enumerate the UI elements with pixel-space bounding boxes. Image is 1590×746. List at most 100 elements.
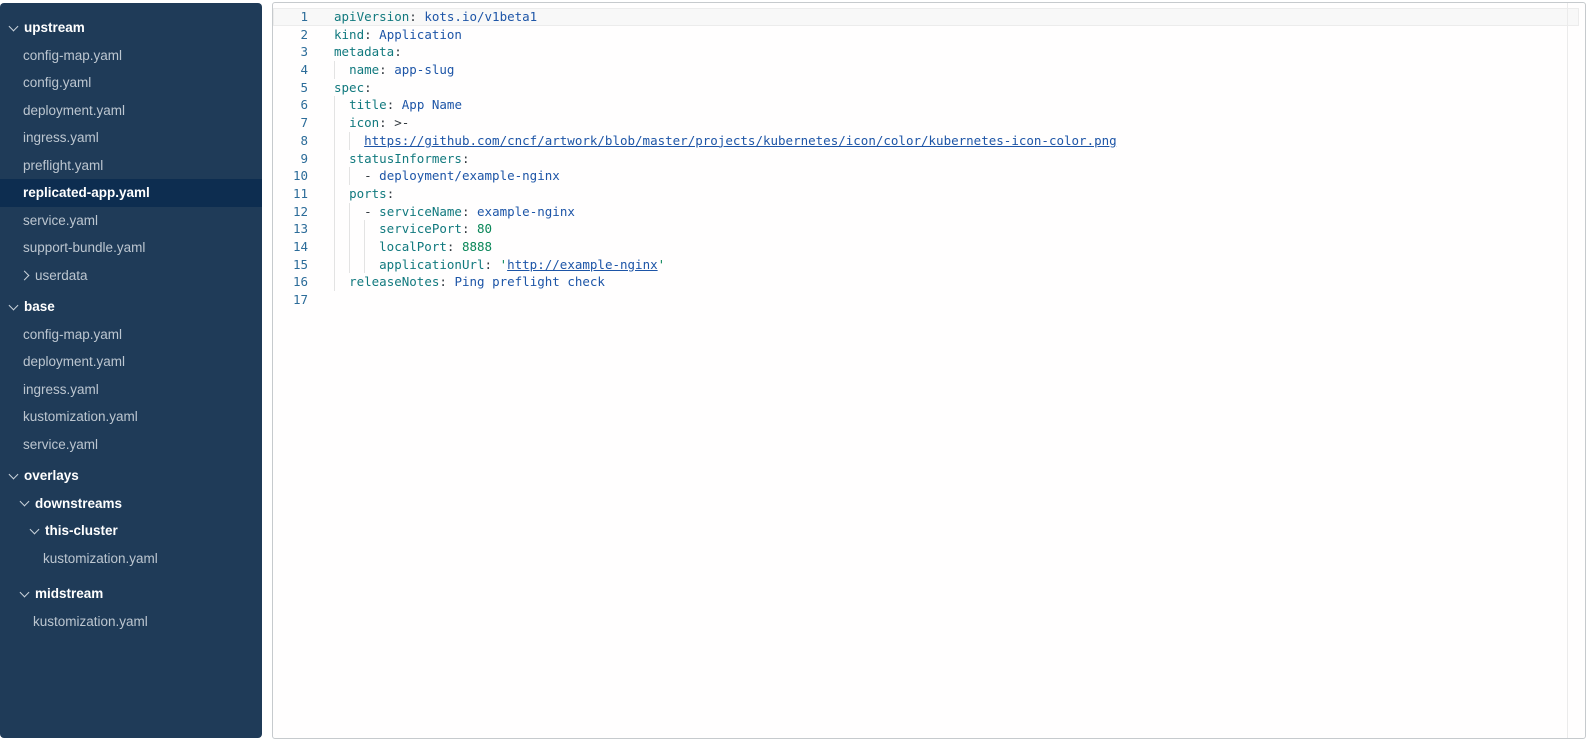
code-content[interactable]: statusInformers: bbox=[334, 150, 1579, 168]
code-token: Application bbox=[379, 27, 462, 42]
code-token: ' bbox=[658, 257, 666, 272]
indent-guide bbox=[334, 150, 335, 168]
code-token: statusInformers bbox=[349, 151, 462, 166]
code-content[interactable]: name: app-slug bbox=[334, 61, 1579, 79]
sidebar-item-kustomization-yaml[interactable]: kustomization.yaml bbox=[0, 608, 262, 636]
code-token bbox=[334, 239, 379, 254]
code-content[interactable]: metadata: bbox=[334, 43, 1579, 61]
chevron-right-icon bbox=[20, 270, 30, 280]
sidebar-item-upstream[interactable]: upstream bbox=[0, 14, 262, 42]
code-line[interactable]: 13 servicePort: 80 bbox=[273, 220, 1579, 238]
code-content[interactable]: - deployment/example-nginx bbox=[334, 167, 1579, 185]
sidebar-item-label: downstreams bbox=[35, 496, 122, 511]
sidebar-item-kustomization-yaml[interactable]: kustomization.yaml bbox=[0, 545, 262, 573]
line-number: 1 bbox=[273, 8, 308, 26]
code-content[interactable]: servicePort: 80 bbox=[334, 220, 1579, 238]
sidebar-item-config-map-yaml[interactable]: config-map.yaml bbox=[0, 321, 262, 349]
code-token: app-slug bbox=[394, 62, 454, 77]
code-line[interactable]: 4 name: app-slug bbox=[273, 61, 1579, 79]
code-token: : bbox=[485, 257, 500, 272]
code-line[interactable]: 17 bbox=[273, 291, 1579, 309]
code-token: kots.io/v1beta1 bbox=[424, 9, 537, 24]
code-content[interactable]: https://github.com/cncf/artwork/blob/mas… bbox=[334, 132, 1579, 150]
code-content[interactable]: ports: bbox=[334, 185, 1579, 203]
code-token: : bbox=[379, 62, 394, 77]
sidebar-item-label: ingress.yaml bbox=[23, 130, 99, 145]
sidebar-item-service-yaml[interactable]: service.yaml bbox=[0, 431, 262, 459]
code-editor[interactable]: 1 apiVersion: kots.io/v1beta12kind: Appli… bbox=[273, 3, 1579, 309]
code-content[interactable]: - serviceName: example-nginx bbox=[334, 203, 1579, 221]
code-content[interactable]: localPort: 8888 bbox=[334, 238, 1579, 256]
code-line[interactable]: 10 - deployment/example-nginx bbox=[273, 167, 1579, 185]
sidebar-item-midstream[interactable]: midstream bbox=[0, 580, 262, 608]
code-content[interactable] bbox=[334, 291, 1579, 309]
indent-guide bbox=[349, 256, 350, 274]
code-token bbox=[334, 62, 349, 77]
sidebar-item-config-yaml[interactable]: config.yaml bbox=[0, 69, 262, 97]
code-line[interactable]: 1 apiVersion: kots.io/v1beta1 bbox=[273, 8, 1579, 26]
line-number: 9 bbox=[273, 150, 308, 168]
sidebar-item-label: kustomization.yaml bbox=[43, 551, 158, 566]
sidebar-item-label: kustomization.yaml bbox=[23, 409, 138, 424]
sidebar-item-label: upstream bbox=[24, 20, 85, 35]
code-link[interactable]: https://github.com/cncf/artwork/blob/mas… bbox=[364, 133, 1117, 148]
sidebar-item-deployment-yaml[interactable]: deployment.yaml bbox=[0, 348, 262, 376]
sidebar-item-base[interactable]: base bbox=[0, 293, 262, 321]
code-line[interactable]: 12 - serviceName: example-nginx bbox=[273, 203, 1579, 221]
sidebar-item-support-bundle-yaml[interactable]: support-bundle.yaml bbox=[0, 234, 262, 262]
code-line[interactable]: 11 ports: bbox=[273, 185, 1579, 203]
line-number: 12 bbox=[273, 203, 308, 221]
code-content[interactable]: title: App Name bbox=[334, 96, 1579, 114]
sidebar-item-replicated-app-yaml[interactable]: replicated-app.yaml bbox=[0, 179, 262, 207]
indent-guide bbox=[334, 96, 335, 114]
sidebar-item-userdata[interactable]: userdata bbox=[0, 262, 262, 290]
code-token: : bbox=[409, 9, 424, 24]
code-token: >- bbox=[394, 115, 409, 130]
code-line[interactable]: 2kind: Application bbox=[273, 26, 1579, 44]
code-line[interactable]: 16 releaseNotes: Ping preflight check bbox=[273, 273, 1579, 291]
code-token bbox=[334, 257, 379, 272]
code-content[interactable]: spec: bbox=[334, 79, 1579, 97]
sidebar-item-overlays[interactable]: overlays bbox=[0, 462, 262, 490]
code-line[interactable]: 15 applicationUrl: 'http://example-nginx… bbox=[273, 256, 1579, 274]
code-token: deployment/example-nginx bbox=[379, 168, 560, 183]
code-content[interactable]: apiVersion: kots.io/v1beta1 bbox=[334, 8, 1579, 26]
code-token: - bbox=[364, 204, 379, 219]
sidebar-item-preflight-yaml[interactable]: preflight.yaml bbox=[0, 152, 262, 180]
code-line[interactable]: 3metadata: bbox=[273, 43, 1579, 61]
code-content[interactable]: releaseNotes: Ping preflight check bbox=[334, 273, 1579, 291]
sidebar-item-service-yaml[interactable]: service.yaml bbox=[0, 207, 262, 235]
code-line[interactable]: 5spec: bbox=[273, 79, 1579, 97]
code-content[interactable]: kind: Application bbox=[334, 26, 1579, 44]
code-token bbox=[334, 151, 349, 166]
code-line[interactable]: 8 https://github.com/cncf/artwork/blob/m… bbox=[273, 132, 1579, 150]
chevron-down-icon bbox=[9, 300, 19, 310]
code-token bbox=[334, 97, 349, 112]
sidebar-item-kustomization-yaml[interactable]: kustomization.yaml bbox=[0, 403, 262, 431]
code-token: ' bbox=[500, 257, 508, 272]
sidebar-item-config-map-yaml[interactable]: config-map.yaml bbox=[0, 42, 262, 70]
code-token: metadata bbox=[334, 44, 394, 59]
code-token: localPort bbox=[379, 239, 447, 254]
sidebar-item-this-cluster[interactable]: this-cluster bbox=[0, 517, 262, 545]
code-line[interactable]: 7 icon: >- bbox=[273, 114, 1579, 132]
line-number: 15 bbox=[273, 256, 308, 274]
sidebar-item-ingress-yaml[interactable]: ingress.yaml bbox=[0, 376, 262, 404]
code-token: - bbox=[364, 168, 379, 183]
code-token: : bbox=[394, 44, 402, 59]
code-content[interactable]: icon: >- bbox=[334, 114, 1579, 132]
code-line[interactable]: 14 localPort: 8888 bbox=[273, 238, 1579, 256]
sidebar-item-downstreams[interactable]: downstreams bbox=[0, 490, 262, 518]
sidebar-item-ingress-yaml[interactable]: ingress.yaml bbox=[0, 124, 262, 152]
code-token: : bbox=[364, 80, 372, 95]
sidebar-item-deployment-yaml[interactable]: deployment.yaml bbox=[0, 97, 262, 125]
code-line[interactable]: 9 statusInformers: bbox=[273, 150, 1579, 168]
code-link[interactable]: http://example-nginx bbox=[507, 257, 658, 272]
indent-guide bbox=[349, 203, 350, 221]
sidebar-item-label: midstream bbox=[35, 586, 103, 601]
code-line[interactable]: 6 title: App Name bbox=[273, 96, 1579, 114]
line-number: 11 bbox=[273, 185, 308, 203]
code-content[interactable]: applicationUrl: 'http://example-nginx' bbox=[334, 256, 1579, 274]
indent-guide bbox=[349, 238, 350, 256]
indent-guide bbox=[349, 167, 350, 185]
